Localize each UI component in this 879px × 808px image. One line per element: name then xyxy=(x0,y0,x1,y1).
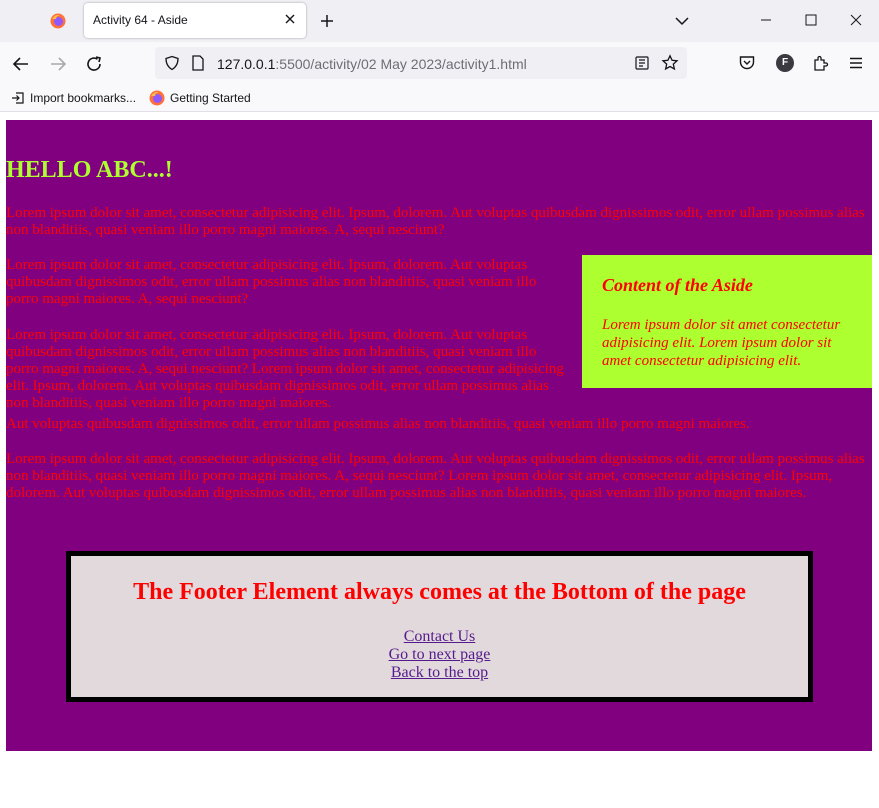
nav-toolbar: 127.0.0.1:5500/activity/02 May 2023/acti… xyxy=(0,42,879,86)
close-window-icon[interactable] xyxy=(848,12,864,28)
footer-links: Contact Us Go to next page Back to the t… xyxy=(71,628,808,682)
url-path: :5500/activity/02 May 2023/activity1.htm… xyxy=(275,56,527,72)
bookmark-import[interactable]: Import bookmarks... xyxy=(11,90,136,106)
page-body: HELLO ABC...! Lorem ipsum dolor sit amet… xyxy=(6,120,872,751)
aside-text: Lorem ipsum dolor sit amet consectetur a… xyxy=(602,317,841,369)
maximize-icon[interactable] xyxy=(803,12,819,28)
next-page-link[interactable]: Go to next page xyxy=(389,646,491,664)
tab-title: Activity 64 - Aside xyxy=(93,13,188,27)
page-footer: The Footer Element always comes at the B… xyxy=(66,551,813,702)
bookmarks-toolbar: Import bookmarks... Getting Started xyxy=(0,86,879,112)
contact-us-link[interactable]: Contact Us xyxy=(404,628,476,646)
page-heading: HELLO ABC...! xyxy=(6,157,173,183)
chevron-down-icon[interactable] xyxy=(673,12,691,30)
firefox-view-icon[interactable] xyxy=(50,13,66,29)
import-icon xyxy=(12,92,24,104)
url-text[interactable]: 127.0.0.1:5500/activity/02 May 2023/acti… xyxy=(217,56,527,72)
reload-icon[interactable] xyxy=(84,54,104,74)
paragraph-4: Lorem ipsum dolor sit amet, consectetur … xyxy=(6,451,865,501)
bookmark-label: Import bookmarks... xyxy=(30,91,137,105)
bookmark-label: Getting Started xyxy=(170,91,251,105)
paragraph-1: Lorem ipsum dolor sit amet, consectetur … xyxy=(6,205,865,238)
minimize-icon[interactable] xyxy=(758,12,774,28)
hamburger-menu-icon[interactable] xyxy=(847,54,865,72)
page-info-icon[interactable] xyxy=(191,55,205,71)
paragraph-3-continued: Aut voluptas quibusdam dignissimos odit,… xyxy=(6,416,750,432)
new-tab-icon[interactable] xyxy=(318,12,336,30)
close-tab-icon[interactable] xyxy=(282,11,298,27)
shield-icon[interactable] xyxy=(164,55,180,71)
paragraph-3: Lorem ipsum dolor sit amet, consectetur … xyxy=(6,327,564,411)
forward-arrow-icon[interactable] xyxy=(48,54,68,74)
url-host: 127.0.0.1 xyxy=(217,56,276,72)
back-to-top-link[interactable]: Back to the top xyxy=(391,664,488,682)
bookmark-star-icon[interactable] xyxy=(661,54,679,72)
tab-bar: Activity 64 - Aside xyxy=(0,0,879,42)
extensions-icon[interactable] xyxy=(812,54,830,72)
active-tab[interactable]: Activity 64 - Aside xyxy=(84,3,306,38)
firefox-logo-icon xyxy=(149,90,165,106)
address-bar[interactable]: 127.0.0.1:5500/activity/02 May 2023/acti… xyxy=(155,47,687,79)
pocket-icon[interactable] xyxy=(738,54,756,72)
aside-title: Content of the Aside xyxy=(602,275,753,295)
footer-title: The Footer Element always comes at the B… xyxy=(133,579,746,605)
aside-box: Content of the Aside Lorem ipsum dolor s… xyxy=(582,255,872,388)
back-arrow-icon[interactable] xyxy=(11,54,31,74)
paragraph-2: Lorem ipsum dolor sit amet, consectetur … xyxy=(6,257,537,307)
reader-view-icon[interactable] xyxy=(634,55,650,71)
account-avatar[interactable]: F xyxy=(776,54,794,72)
bookmark-getting-started[interactable]: Getting Started xyxy=(149,90,251,106)
